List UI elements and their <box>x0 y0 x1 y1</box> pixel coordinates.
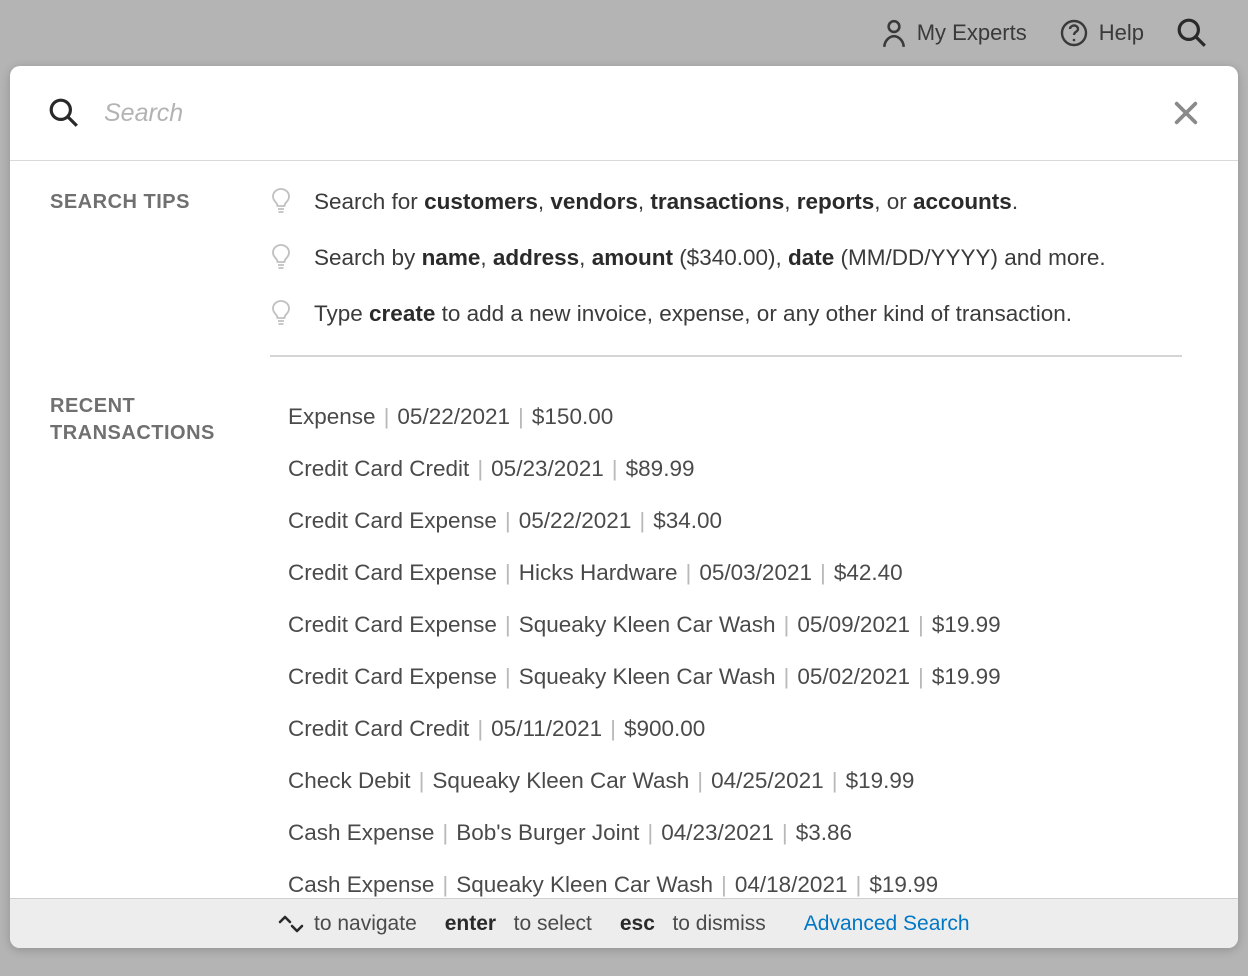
transaction-row[interactable]: Credit Card Expense|Hicks Hardware|05/03… <box>270 547 1182 599</box>
transaction-row[interactable]: Cash Expense|Bob's Burger Joint|04/23/20… <box>270 807 1182 859</box>
search-modal: SEARCH TIPS Search for customers, vendor… <box>10 66 1238 948</box>
my-experts-label: My Experts <box>917 20 1027 46</box>
app-top-bar: My Experts Help <box>0 0 1248 66</box>
search-tip-text: Search by name, address, amount ($340.00… <box>314 243 1106 272</box>
updown-icon <box>278 914 304 934</box>
recent-transactions-heading: RECENT TRANSACTIONS <box>50 391 260 447</box>
search-tips-section: SEARCH TIPS Search for customers, vendor… <box>50 187 1182 357</box>
transaction-row[interactable]: Credit Card Credit|05/23/2021|$89.99 <box>270 443 1182 495</box>
advanced-search-link[interactable]: Advanced Search <box>804 912 970 936</box>
search-footer: to navigate enter to select esc to dismi… <box>10 898 1238 948</box>
help-button[interactable]: Help <box>1059 18 1144 48</box>
footer-navigate-text: to navigate <box>314 912 417 936</box>
help-icon <box>1059 18 1089 48</box>
search-tip: Search for customers, vendors, transacti… <box>270 187 1182 217</box>
transaction-row[interactable]: Credit Card Expense|05/22/2021|$34.00 <box>270 495 1182 547</box>
topbar-search-button[interactable] <box>1176 17 1208 49</box>
section-divider <box>270 355 1182 357</box>
search-icon <box>1176 17 1208 49</box>
person-icon <box>881 18 907 48</box>
search-tips-heading: SEARCH TIPS <box>50 187 260 216</box>
lightbulb-icon <box>270 187 292 217</box>
footer-dismiss-text: to dismiss <box>672 912 765 935</box>
transaction-row[interactable]: Check Debit|Squeaky Kleen Car Wash|04/25… <box>270 755 1182 807</box>
search-tip: Search by name, address, amount ($340.00… <box>270 243 1182 273</box>
recent-transactions-section: RECENT TRANSACTIONS Expense|05/22/2021|$… <box>50 391 1182 898</box>
search-bar <box>10 66 1238 161</box>
transaction-row[interactable]: Credit Card Credit|05/11/2021|$900.00 <box>270 703 1182 755</box>
transaction-row[interactable]: Cash Expense|Squeaky Kleen Car Wash|04/1… <box>270 859 1182 898</box>
transaction-row[interactable]: Credit Card Expense|Squeaky Kleen Car Wa… <box>270 651 1182 703</box>
help-label: Help <box>1099 20 1144 46</box>
footer-esc-key: esc <box>620 912 655 935</box>
search-icon <box>48 97 80 129</box>
search-input[interactable] <box>104 99 1148 128</box>
modal-content: SEARCH TIPS Search for customers, vendor… <box>10 161 1238 898</box>
search-tip-text: Search for customers, vendors, transacti… <box>314 187 1018 216</box>
search-tip: Type create to add a new invoice, expens… <box>270 299 1182 329</box>
search-tip-text: Type create to add a new invoice, expens… <box>314 299 1072 328</box>
footer-select-text: to select <box>514 912 592 935</box>
close-button[interactable] <box>1172 99 1200 127</box>
transaction-row[interactable]: Expense|05/22/2021|$150.00 <box>270 391 1182 443</box>
transaction-row[interactable]: Credit Card Expense|Squeaky Kleen Car Wa… <box>270 599 1182 651</box>
lightbulb-icon <box>270 243 292 273</box>
close-icon <box>1172 99 1200 127</box>
footer-enter-key: enter <box>445 912 496 935</box>
lightbulb-icon <box>270 299 292 329</box>
my-experts-button[interactable]: My Experts <box>881 18 1027 48</box>
